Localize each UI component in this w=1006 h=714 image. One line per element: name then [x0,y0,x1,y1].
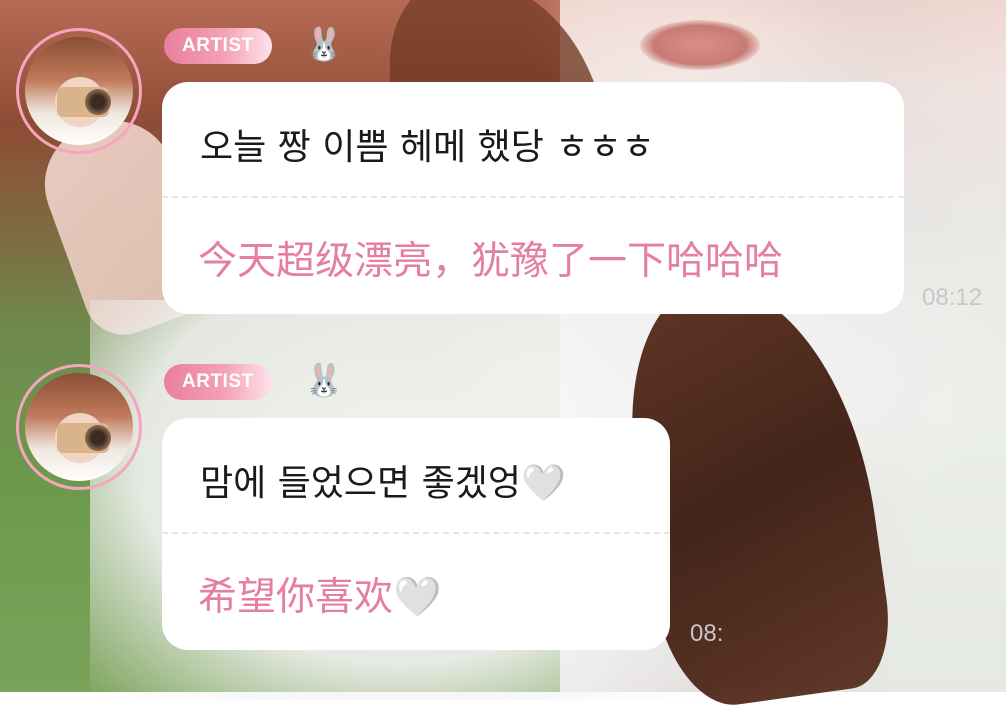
rabbit-face-icon: 🐰 [304,361,344,399]
message-text: 오늘 짱 이쁨 헤메 했당 ㅎㅎㅎ [200,127,655,168]
message-bubble[interactable]: 오늘 짱 이쁨 헤메 했당 ㅎㅎㅎ 今天超级漂亮，犹豫了一下哈哈哈 [162,82,904,314]
camera-lens-icon [85,425,111,451]
message-bubble[interactable]: 맘에 들었으면 좋겠엉🤍 希望你喜欢🤍 [162,418,670,650]
rabbit-face-icon: 🐰 [304,25,344,63]
artist-avatar[interactable] [16,364,142,490]
message-text: 맘에 들었으면 좋겠엉🤍 [200,463,566,504]
translation-text: 今天超级漂亮，犹豫了一下哈哈哈 [198,239,784,284]
artist-badge: ARTIST [164,28,272,64]
message-timestamp: 08: [690,620,724,647]
camera-lens-icon [85,89,111,115]
translation-divider [162,196,904,198]
translation-text: 希望你喜欢🤍 [198,575,442,620]
translation-divider [162,532,670,534]
avatar-photo [25,37,133,145]
avatar-photo [25,373,133,481]
background-lips [640,20,760,70]
artist-avatar[interactable] [16,28,142,154]
message-timestamp: 08:12 [922,284,983,311]
artist-badge: ARTIST [164,364,272,400]
